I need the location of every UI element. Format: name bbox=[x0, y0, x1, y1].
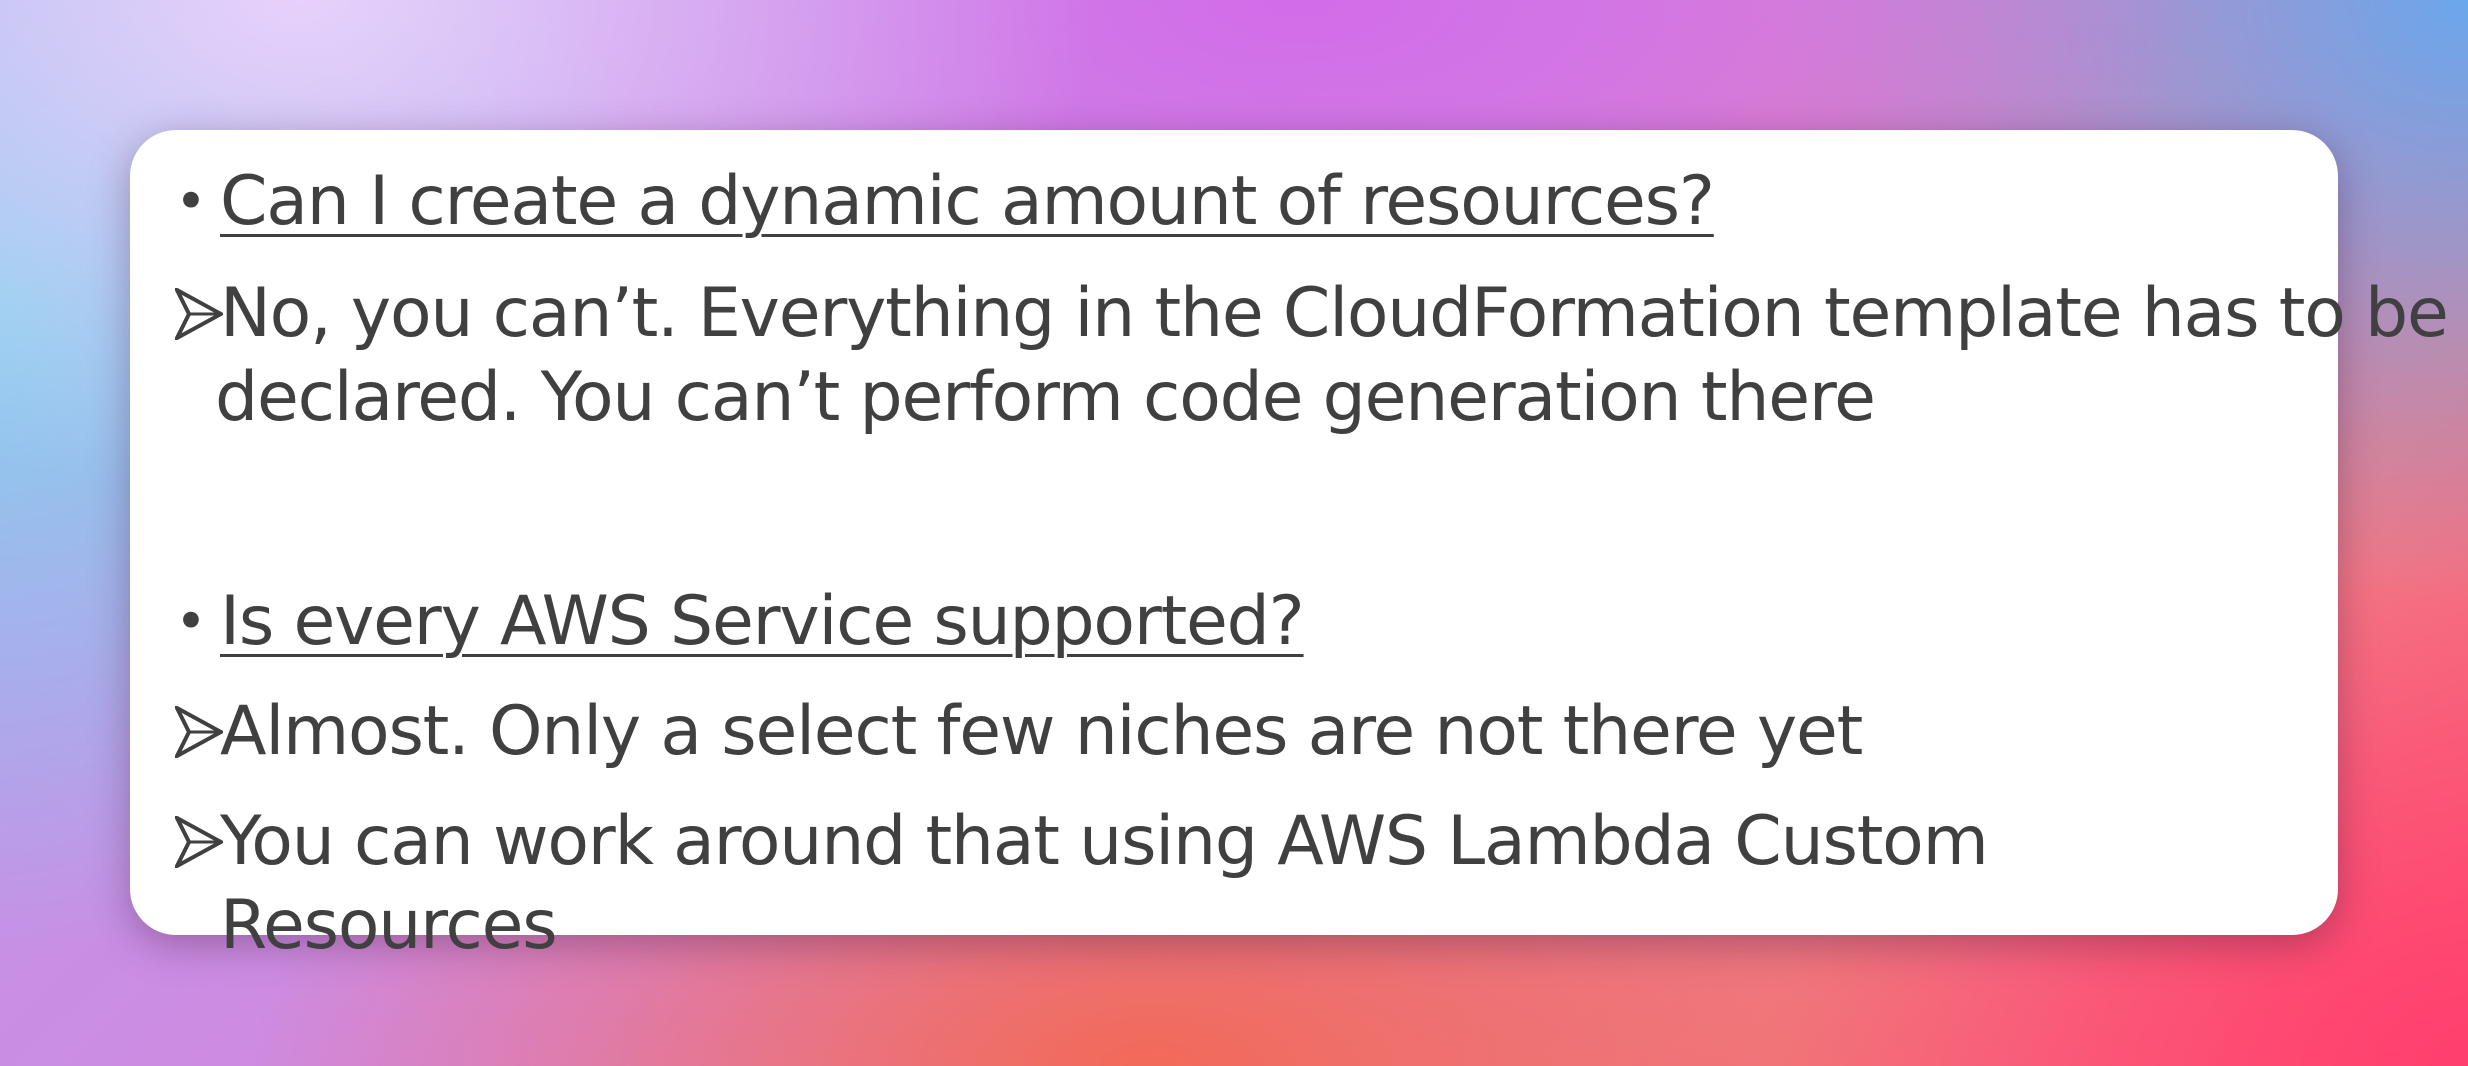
answer-text-3: You can work around that using AWS Lambd… bbox=[220, 802, 1989, 965]
question-text-2: Is every AWS Service supported? bbox=[220, 582, 1305, 661]
answer-text-1-line-1: No, you can’t. Everything in the CloudFo… bbox=[220, 274, 2449, 353]
question-row-2: • Is every AWS Service supported? bbox=[175, 580, 2298, 664]
bullet-dot-icon: • bbox=[175, 170, 207, 233]
answer-text-1: No, you can’t. Everything in the CloudFo… bbox=[215, 272, 2449, 440]
bullet-dot-icon: • bbox=[175, 590, 207, 653]
answer-row-3: You can work around that using AWS Lambd… bbox=[175, 800, 2298, 968]
answer-row-2: Almost. Only a select few niches are not… bbox=[175, 690, 2298, 774]
slide-card: • Can I create a dynamic amount of resou… bbox=[130, 130, 2449, 965]
answer-text-1-line-2: declared. You can’t perform code generat… bbox=[215, 358, 1876, 437]
question-row-1: • Can I create a dynamic amount of resou… bbox=[175, 160, 2298, 244]
answer-text-2: Almost. Only a select few niches are not… bbox=[220, 692, 1863, 771]
answer-row-1: No, you can’t. Everything in the CloudFo… bbox=[175, 272, 2449, 440]
question-text-1: Can I create a dynamic amount of resourc… bbox=[220, 162, 1715, 241]
